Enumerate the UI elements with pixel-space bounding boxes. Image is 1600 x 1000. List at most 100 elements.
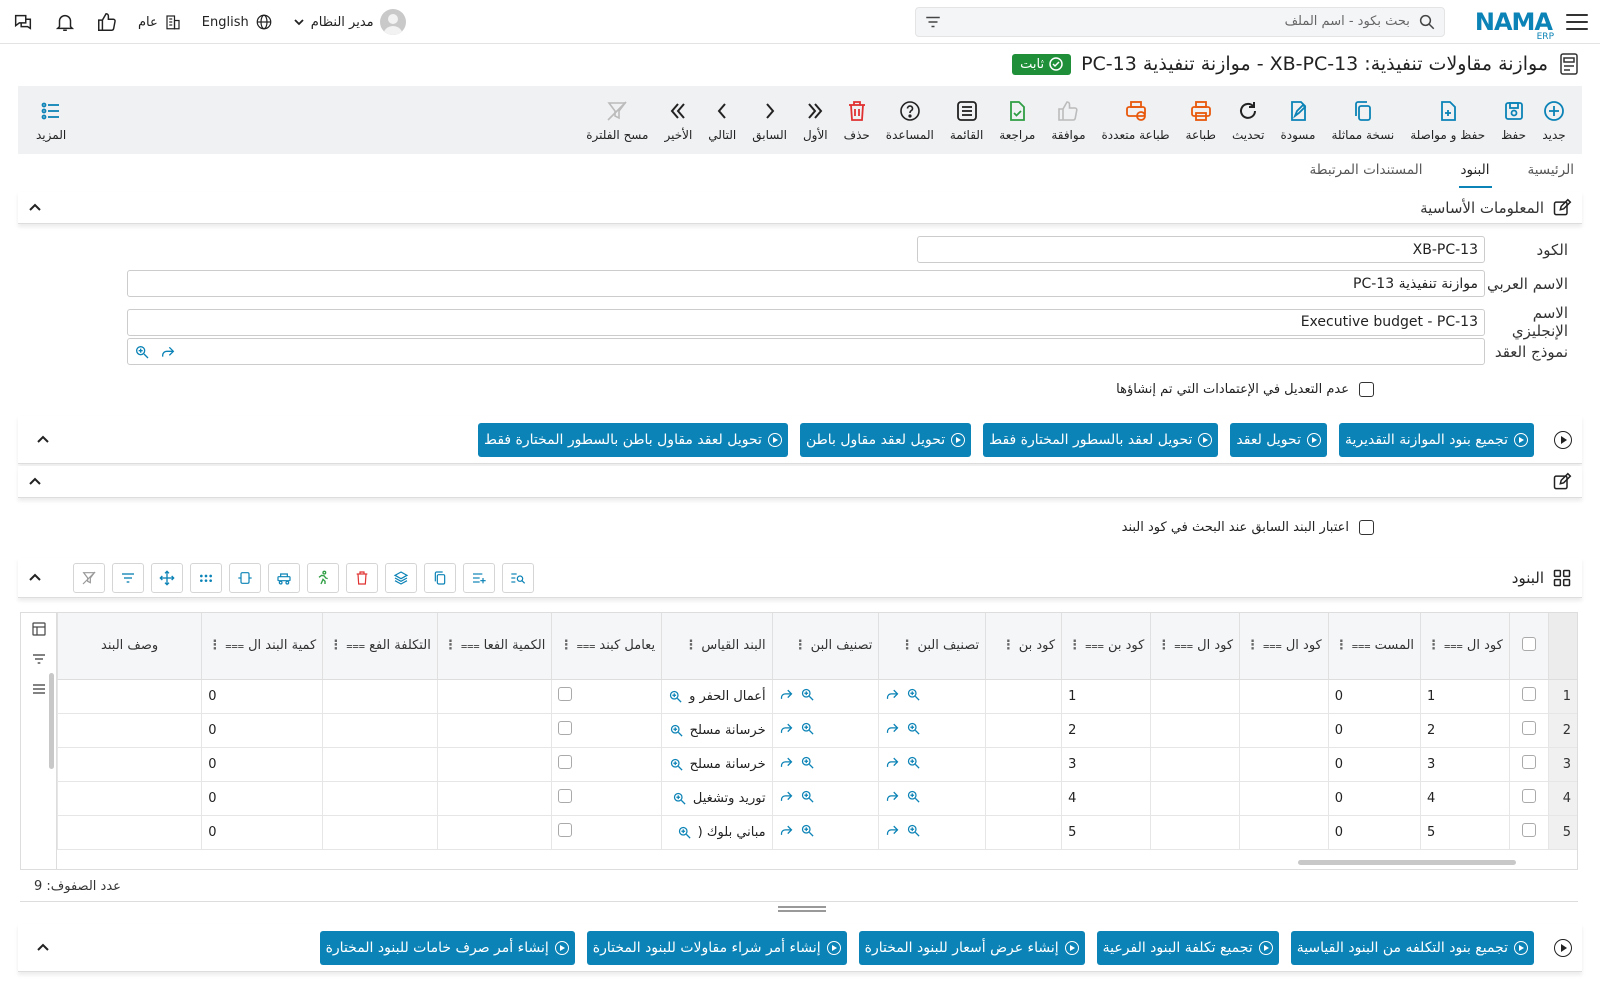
search-plus-icon[interactable]: [906, 789, 921, 804]
review-button[interactable]: مراجعة: [991, 99, 1043, 142]
search-plus-icon[interactable]: [906, 755, 921, 770]
cell-treat-as-item[interactable]: [551, 815, 662, 850]
copy-row-tool[interactable]: [424, 562, 456, 593]
treat-as-item-checkbox[interactable]: [558, 789, 573, 803]
table-row[interactable]: 5 5 0 5 مباني بلوك (0: [56, 815, 1577, 850]
chevron-up-icon[interactable]: [28, 571, 42, 585]
first-button[interactable]: الأول: [795, 99, 836, 142]
open-link-icon[interactable]: [779, 687, 794, 702]
cell-description[interactable]: [56, 679, 202, 714]
search-plus-icon[interactable]: [906, 721, 921, 736]
cell-treat-as-item[interactable]: [551, 713, 662, 748]
convert-to-subcontract-button[interactable]: تحويل لعقد مقاول باطن: [799, 422, 972, 457]
cell-code[interactable]: 2: [1420, 713, 1510, 748]
cell-code[interactable]: 1: [1420, 679, 1510, 714]
prev-item-option[interactable]: اعتبار البند السابق عند البحث في كود الب…: [1122, 520, 1374, 535]
multi-print-button[interactable]: طباعة متعددة: [1094, 99, 1178, 142]
column-header[interactable]: كود بن ⩶ ⋮: [1061, 613, 1151, 680]
open-link-icon[interactable]: [885, 687, 900, 702]
table-icon[interactable]: [31, 621, 47, 637]
search-plus-icon[interactable]: [669, 723, 684, 738]
cell-code2[interactable]: 1: [1061, 679, 1151, 714]
search-plus-icon[interactable]: [800, 789, 815, 804]
cell-code2[interactable]: 2: [1061, 713, 1151, 748]
bell-icon[interactable]: [54, 11, 76, 33]
search-plus-icon[interactable]: [672, 791, 687, 806]
row-checkbox[interactable]: [1521, 789, 1536, 803]
menu-lines-icon[interactable]: [31, 681, 47, 697]
open-link-icon[interactable]: [779, 755, 794, 770]
vertical-scrollbar[interactable]: [49, 673, 54, 769]
delete-row-tool[interactable]: [346, 562, 378, 593]
column-header[interactable]: البند القياس ⋮: [661, 613, 773, 680]
row-checkbox[interactable]: [1521, 755, 1536, 769]
move-tool[interactable]: [151, 562, 183, 593]
scope-switch[interactable]: عام: [138, 13, 182, 31]
search-plus-icon[interactable]: [800, 687, 815, 702]
row-select[interactable]: [1508, 781, 1549, 816]
new-button[interactable]: جديد: [1534, 99, 1574, 142]
row-select[interactable]: [1508, 815, 1549, 850]
open-link-icon[interactable]: [885, 755, 900, 770]
open-link-icon[interactable]: [779, 721, 794, 736]
column-header[interactable]: الكمية الفعا ⩶ ⋮: [436, 613, 552, 680]
table-row[interactable]: 4 4 0 4 توريد وتشغيل 0: [56, 781, 1577, 816]
column-header[interactable]: كود بن ⋮: [985, 613, 1062, 680]
cell-standard-item[interactable]: خرسانة مسلح: [661, 747, 773, 782]
open-link-icon[interactable]: [885, 823, 900, 838]
cell-quantity[interactable]: 0: [201, 713, 323, 748]
english-name-input[interactable]: Executive budget - PC-13: [127, 308, 1485, 336]
search-plus-icon[interactable]: [134, 344, 150, 360]
row-checkbox[interactable]: [1521, 721, 1536, 735]
cell[interactable]: [985, 679, 1062, 714]
draft-button[interactable]: مسودة: [1272, 99, 1323, 142]
cell-level[interactable]: 0: [1327, 815, 1421, 850]
create-purchase-order-button[interactable]: إنشاء أمر شراء مقاولات للبنود المختارة: [586, 930, 847, 965]
aggregate-cost-standard-button[interactable]: تجميع بنود التكلفه من البنود القياسية: [1290, 930, 1534, 965]
convert-to-subcontract-selected-button[interactable]: تحويل لعقد مقاول باطن بالسطور المختارة ف…: [478, 422, 788, 457]
cell-category-lookup[interactable]: [771, 679, 879, 714]
cell-code2[interactable]: 5: [1061, 815, 1151, 850]
filter-tool[interactable]: [112, 562, 144, 593]
cell[interactable]: [1150, 815, 1240, 850]
thumbs-up-icon[interactable]: [96, 11, 118, 33]
cell[interactable]: [322, 713, 438, 748]
cell-standard-item[interactable]: خرسانة مسلح: [661, 713, 773, 748]
filter-icon[interactable]: [924, 13, 942, 31]
chat-icon[interactable]: [12, 11, 34, 33]
cell-quantity[interactable]: 0: [201, 781, 323, 816]
column-header[interactable]: كمية البند ال ⩶ ⋮: [201, 613, 323, 680]
search-plus-icon[interactable]: [800, 823, 815, 838]
approve-button[interactable]: موافقة: [1043, 99, 1093, 142]
cell-quantity[interactable]: 0: [201, 815, 323, 850]
column-header[interactable]: يعامل كبند ⩶ ⋮: [551, 613, 662, 680]
cell[interactable]: [322, 679, 438, 714]
row-select[interactable]: [1508, 713, 1549, 748]
cell[interactable]: [1239, 781, 1329, 816]
cell-standard-item[interactable]: مباني بلوك (: [661, 815, 773, 850]
search-plus-icon[interactable]: [906, 823, 921, 838]
cell[interactable]: [985, 815, 1062, 850]
cell-code[interactable]: 5: [1420, 815, 1510, 850]
cell-category-lookup[interactable]: [771, 713, 879, 748]
delete-button[interactable]: حذف: [836, 99, 878, 142]
layers-tool[interactable]: [385, 562, 417, 593]
convert-to-contract-selected-button[interactable]: تحويل لعقد بالسطور المختارة فقط: [983, 422, 1219, 457]
basic-info-header[interactable]: المعلومات الأساسية: [18, 192, 1582, 224]
cell-category-lookup[interactable]: [878, 815, 986, 850]
cell[interactable]: [1150, 781, 1240, 816]
cell-standard-item[interactable]: توريد وتشغيل: [661, 781, 773, 816]
cell[interactable]: [985, 713, 1062, 748]
cell-category-lookup[interactable]: [771, 815, 879, 850]
no-edit-checkbox[interactable]: [1359, 382, 1374, 397]
cell[interactable]: [1239, 679, 1329, 714]
cell[interactable]: [985, 747, 1062, 782]
cell[interactable]: [1150, 679, 1240, 714]
column-header[interactable]: وصف البند: [56, 613, 202, 680]
treat-as-item-checkbox[interactable]: [558, 721, 573, 735]
cell[interactable]: [436, 781, 552, 816]
cell-level[interactable]: 0: [1327, 679, 1421, 714]
cell[interactable]: [1239, 747, 1329, 782]
cell-category-lookup[interactable]: [878, 679, 986, 714]
search-input[interactable]: [949, 14, 1410, 29]
